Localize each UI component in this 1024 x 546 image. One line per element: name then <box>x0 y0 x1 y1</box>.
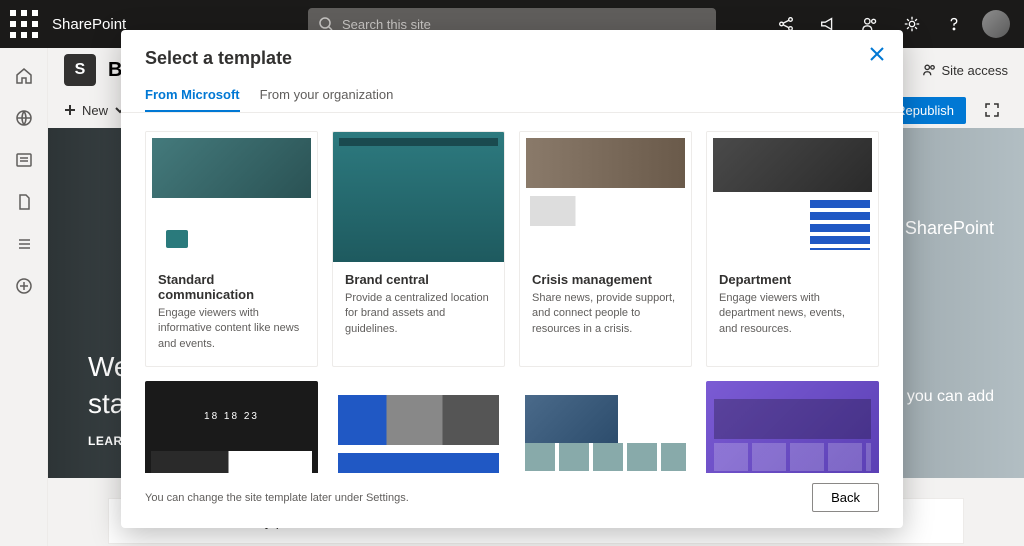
template-thumb <box>519 381 692 473</box>
template-thumb <box>146 132 317 262</box>
app-launcher-icon[interactable] <box>8 8 40 40</box>
template-desc: Provide a centralized location for brand… <box>345 291 492 337</box>
template-title: Crisis management <box>532 272 679 287</box>
cmd-new-label: New <box>82 103 108 118</box>
app-nav-rail <box>0 48 48 546</box>
modal-footer: You can change the site template later u… <box>121 473 903 528</box>
modal-close-button[interactable] <box>863 40 891 68</box>
tab-from-organization[interactable]: From your organization <box>260 79 394 112</box>
template-card-crisis-management[interactable]: Crisis management Share news, provide su… <box>519 131 692 367</box>
template-thumb <box>707 132 878 262</box>
republish-label: Republish <box>896 103 954 118</box>
template-card-leadership[interactable] <box>519 381 692 473</box>
site-logo[interactable]: S <box>64 54 96 86</box>
rail-create-icon[interactable] <box>4 266 44 306</box>
template-desc: Engage viewers with department news, eve… <box>719 291 866 337</box>
help-icon[interactable] <box>934 4 974 44</box>
modal-body[interactable]: Standard communication Engage viewers wi… <box>121 113 903 473</box>
close-icon <box>868 45 886 63</box>
site-access-label: Site access <box>942 63 1008 78</box>
template-grid: Standard communication Engage viewers wi… <box>145 131 879 473</box>
template-thumb <box>332 381 505 473</box>
template-desc: Share news, provide support, and connect… <box>532 291 679 337</box>
template-card-standard-communication[interactable]: Standard communication Engage viewers wi… <box>145 131 318 367</box>
modal-tabs: From Microsoft From your organization <box>121 79 903 113</box>
template-thumb <box>333 132 504 262</box>
modal-overlay: Select a template From Microsoft From yo… <box>0 30 1024 546</box>
template-title: Department <box>719 272 866 287</box>
template-title: Brand central <box>345 272 492 287</box>
rail-home-icon[interactable] <box>4 56 44 96</box>
rail-globe-icon[interactable] <box>4 98 44 138</box>
modal-title: Select a template <box>121 30 903 79</box>
template-title: Standard communication <box>158 272 305 302</box>
rail-lists-icon[interactable] <box>4 224 44 264</box>
template-card-brand-central[interactable]: Brand central Provide a centralized loca… <box>332 131 505 367</box>
tab-from-microsoft[interactable]: From Microsoft <box>145 79 240 112</box>
template-modal: Select a template From Microsoft From yo… <box>121 30 903 528</box>
template-card-event[interactable] <box>145 381 318 473</box>
rail-news-icon[interactable] <box>4 140 44 180</box>
expand-icon[interactable] <box>976 94 1008 126</box>
user-avatar[interactable] <box>982 10 1010 38</box>
template-thumb <box>706 381 879 473</box>
template-card-department[interactable]: Department Engage viewers with departmen… <box>706 131 879 367</box>
site-access-link[interactable]: Site access <box>922 63 1008 78</box>
template-card-learning[interactable] <box>706 381 879 473</box>
cmd-new-button[interactable]: New <box>64 103 126 118</box>
template-desc: Engage viewers with informative content … <box>158 306 305 352</box>
app-name: SharePoint <box>52 16 126 33</box>
template-thumb <box>145 381 318 473</box>
rail-files-icon[interactable] <box>4 182 44 222</box>
template-card-hr[interactable] <box>332 381 505 473</box>
modal-back-button[interactable]: Back <box>812 483 879 512</box>
modal-footer-note: You can change the site template later u… <box>145 492 409 504</box>
template-thumb <box>520 132 691 262</box>
